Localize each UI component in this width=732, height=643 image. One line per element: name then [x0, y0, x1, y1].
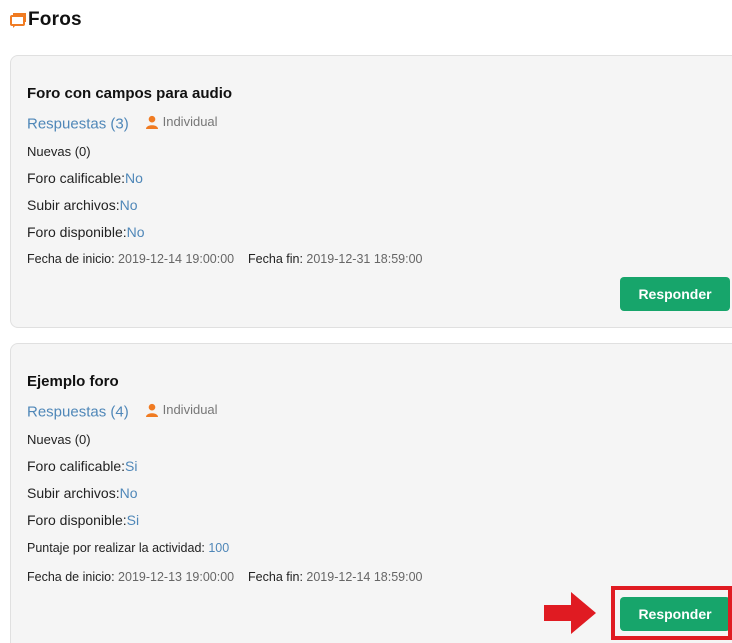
page-header: Foros	[10, 6, 82, 34]
start-value: 2019-12-13 19:00:00	[118, 570, 235, 584]
chat-bubble-icon	[10, 12, 26, 28]
upload-value: No	[119, 197, 138, 213]
start-label: Fecha de inicio:	[27, 252, 115, 266]
group-type: Individual	[145, 402, 218, 417]
group-type-label: Individual	[162, 402, 218, 417]
new-count: Nuevas (0)	[27, 432, 91, 447]
available-label: Foro disponible:	[27, 512, 127, 528]
replies-link[interactable]: Respuestas (4)	[27, 404, 129, 421]
end-label: Fecha fin:	[248, 570, 303, 584]
arrow-right-icon	[544, 592, 596, 634]
gradable-label: Foro calificable:	[27, 458, 126, 474]
available-row: Foro disponible:No	[27, 224, 145, 240]
forum-card: Foro con campos para audio Respuestas (3…	[10, 55, 732, 328]
end-label: Fecha fin:	[248, 252, 303, 266]
upload-label: Subir archivos:	[27, 197, 120, 213]
group-type-label: Individual	[162, 114, 218, 129]
gradable-value: No	[125, 170, 143, 186]
score-value: 100	[208, 541, 230, 555]
upload-row: Subir archivos:No	[27, 197, 138, 213]
score-row: Puntaje por realizar la actividad: 100	[27, 541, 229, 555]
available-row: Foro disponible:Si	[27, 512, 139, 528]
end-value: 2019-12-14 18:59:00	[306, 570, 423, 584]
forum-title: Ejemplo foro	[27, 373, 119, 390]
replies-link[interactable]: Respuestas (3)	[27, 116, 129, 133]
forum-title: Foro con campos para audio	[27, 85, 233, 102]
group-type: Individual	[145, 114, 218, 129]
available-value: Si	[126, 512, 140, 528]
highlight-box	[611, 586, 732, 640]
start-label: Fecha de inicio:	[27, 570, 115, 584]
score-label: Puntaje por realizar la actividad:	[27, 541, 205, 555]
gradable-value: Si	[125, 458, 138, 474]
gradable-label: Foro calificable:	[27, 170, 126, 186]
upload-row: Subir archivos:No	[27, 485, 138, 501]
end-value: 2019-12-31 18:59:00	[306, 252, 423, 266]
new-count: Nuevas (0)	[27, 144, 91, 159]
page-title: Foros	[28, 9, 82, 30]
user-icon	[145, 403, 159, 417]
forums-page: Foros Foro con campos para audio Respues…	[0, 0, 732, 643]
upload-label: Subir archivos:	[27, 485, 120, 501]
forum-replies-row: Respuestas (3) Individual	[27, 114, 218, 133]
available-value: No	[126, 224, 145, 240]
upload-value: No	[119, 485, 138, 501]
user-icon	[145, 115, 159, 129]
start-value: 2019-12-14 19:00:00	[118, 252, 235, 266]
gradable-row: Foro calificable:Si	[27, 458, 138, 474]
forum-replies-row: Respuestas (4) Individual	[27, 402, 218, 421]
dates-row: Fecha de inicio: 2019-12-13 19:00:00 Fec…	[27, 570, 422, 584]
respond-button[interactable]: Responder	[620, 277, 730, 311]
available-label: Foro disponible:	[27, 224, 127, 240]
dates-row: Fecha de inicio: 2019-12-14 19:00:00 Fec…	[27, 252, 422, 266]
gradable-row: Foro calificable:No	[27, 170, 143, 186]
